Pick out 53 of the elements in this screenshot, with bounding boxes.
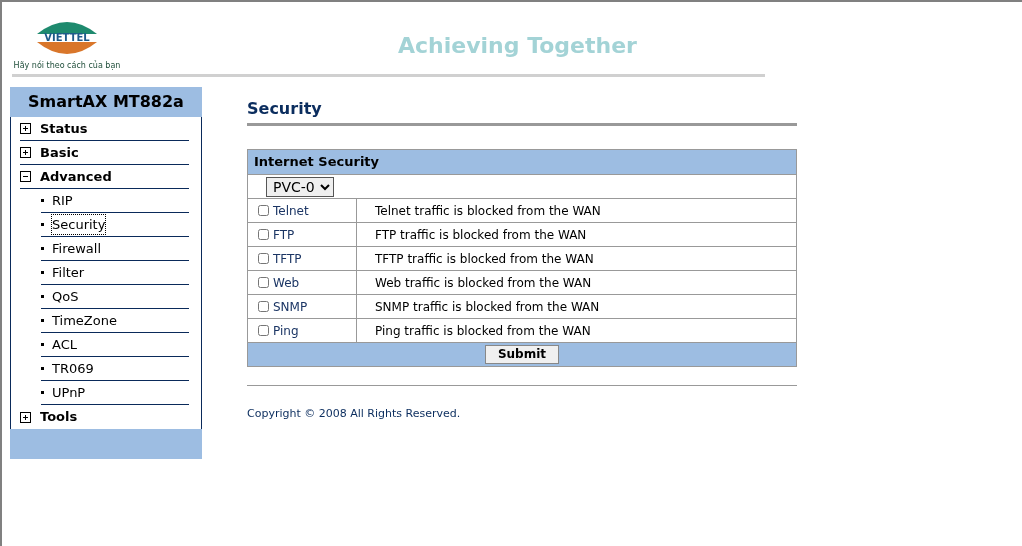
bullet-icon <box>41 367 44 370</box>
checkbox-label: Ping <box>273 323 299 338</box>
sidebar-subitem[interactable]: ACL <box>52 334 77 355</box>
checkbox[interactable] <box>258 300 269 312</box>
description-cell: Ping traffic is blocked from the WAN <box>356 318 797 343</box>
expand-icon[interactable] <box>20 411 31 423</box>
checkbox-label: SNMP <box>273 299 308 314</box>
sidebar-subitem[interactable]: Filter <box>52 262 85 283</box>
sidebar-subitem[interactable]: QoS <box>52 286 79 307</box>
sidebar-subitem[interactable]: TR069 <box>52 358 94 379</box>
bullet-icon <box>41 295 44 298</box>
sidebar-subitem[interactable]: Security <box>52 214 106 235</box>
checkbox[interactable] <box>258 204 269 216</box>
bullet-icon <box>41 343 44 346</box>
checkbox-label: Web <box>273 275 300 290</box>
checkbox-label: Telnet <box>273 203 309 218</box>
logo-wordmark: VIETTEL <box>44 32 90 43</box>
panel-title: Internet Security <box>247 149 797 175</box>
sidebar-subitem[interactable]: TimeZone <box>52 310 117 331</box>
bullet-icon <box>41 319 44 322</box>
sidebar-subitem[interactable]: Firewall <box>52 238 102 259</box>
bullet-icon <box>41 391 44 394</box>
collapse-icon[interactable] <box>20 171 31 182</box>
bullet-icon <box>41 199 44 202</box>
checkbox[interactable] <box>258 228 269 240</box>
sidebar-title: SmartAX MT882a <box>10 87 202 117</box>
checkbox-label: FTP <box>273 227 295 242</box>
description-cell: Telnet traffic is blocked from the WAN <box>356 198 797 223</box>
sidebar-item[interactable]: Advanced <box>40 166 112 187</box>
description-cell: Web traffic is blocked from the WAN <box>356 270 797 295</box>
description-cell: FTP traffic is blocked from the WAN <box>356 222 797 247</box>
expand-icon[interactable] <box>20 123 31 134</box>
bullet-icon <box>41 223 44 226</box>
copyright-text: Copyright © 2008 All Rights Reserved. <box>247 406 462 422</box>
checkbox-label: TFTP <box>273 251 302 266</box>
sidebar-item[interactable]: Basic <box>40 142 79 163</box>
submit-button[interactable]: Submit <box>484 345 560 364</box>
pvc-select[interactable]: PVC-0 <box>266 176 334 197</box>
sidebar-item[interactable]: Tools <box>40 407 78 427</box>
bullet-icon <box>41 247 44 250</box>
slogan: Hãy nói theo cách của bạn <box>13 60 121 72</box>
checkbox[interactable] <box>258 252 269 264</box>
checkbox[interactable] <box>258 276 269 288</box>
bullet-icon <box>41 271 44 274</box>
sidebar-subitem[interactable]: RIP <box>52 190 73 211</box>
description-cell: SNMP traffic is blocked from the WAN <box>356 294 797 319</box>
expand-icon[interactable] <box>20 147 31 158</box>
sidebar-item[interactable]: Status <box>40 118 88 139</box>
page-title: Security <box>247 101 797 126</box>
tagline: Achieving Together <box>398 35 637 60</box>
description-cell: TFTP traffic is blocked from the WAN <box>356 246 797 271</box>
sidebar-subitem[interactable]: UPnP <box>52 382 86 403</box>
checkbox[interactable] <box>258 324 269 336</box>
